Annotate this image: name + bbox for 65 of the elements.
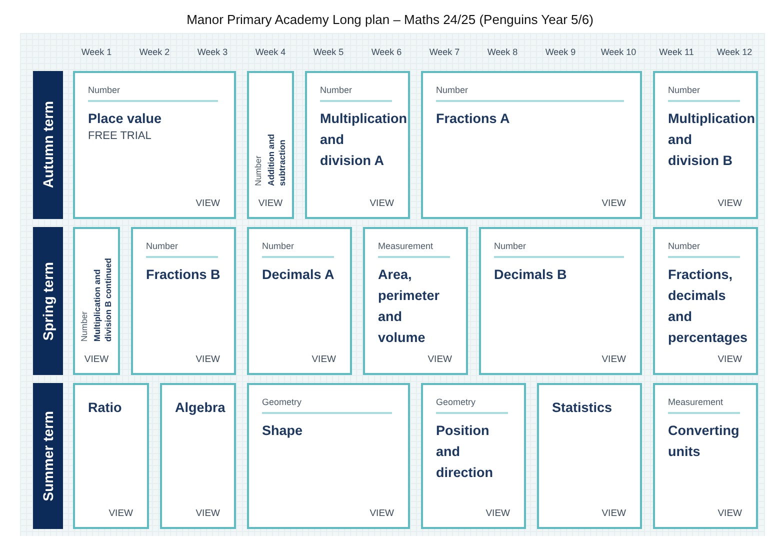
unit-category: Measurement [378,241,450,258]
unit-title: Fractions A [436,110,511,128]
week-label: Week 12 [716,47,754,57]
term-label: Summer term [33,383,63,529]
unit-note: FREE TRIAL [88,130,152,142]
view-link[interactable]: VIEW [718,198,742,209]
week-label: Week 7 [428,47,461,57]
unit-title: Statistics [552,399,614,417]
unit-category: Number [668,241,740,258]
unit-title: Area, perimeter and volume [378,266,441,347]
unit-title: Algebra [175,399,226,417]
view-link[interactable]: VIEW [196,354,220,365]
view-link[interactable]: VIEW [370,198,394,209]
view-link[interactable]: VIEW [196,508,220,519]
unit-title: Addition and subtraction [266,134,288,186]
unit-category: Number [262,241,334,258]
unit-category: Number [253,154,263,186]
unit-category: Number [88,85,218,102]
unit-title: Shape [262,422,304,440]
unit-title: Converting units [668,422,740,461]
view-link[interactable]: VIEW [196,198,220,209]
view-link[interactable]: VIEW [718,354,742,365]
week-label: Week 4 [254,47,287,57]
view-link[interactable]: VIEW [108,508,133,519]
unit-title: Position and direction [436,422,494,482]
week-label: Week 1 [80,47,113,57]
unit-category: Geometry [436,397,508,414]
unit-category: Number [436,85,624,102]
view-link[interactable]: VIEW [370,508,394,519]
unit-title: Decimals A [262,266,336,284]
unit-title: Fractions, decimals and percentages [668,266,749,347]
week-label: Week 11 [658,47,695,57]
unit-title: Multiplication and division A [320,110,404,170]
unit-title: Place value [88,110,163,128]
unit-title: Multiplication and division B [668,110,752,170]
week-label: Week 8 [486,47,519,57]
unit-category: Geometry [262,397,392,414]
unit-category: Number [320,85,392,102]
week-label: Week 6 [370,47,403,57]
week-label: Week 10 [600,47,638,57]
unit-title: Decimals B [494,266,568,284]
view-link[interactable]: VIEW [84,354,109,365]
view-link[interactable]: VIEW [312,354,336,365]
view-link[interactable]: VIEW [718,508,742,519]
week-label: Week 2 [138,47,171,57]
unit-title: Fractions B [146,266,222,284]
week-label: Week 5 [312,47,345,57]
term-label: Spring term [33,227,63,375]
unit-title: Multiplication and division B continued [92,258,114,342]
unit-title: Ratio [88,399,123,417]
week-label: Week 3 [196,47,229,57]
term-label: Autumn term [33,71,63,219]
view-link[interactable]: VIEW [486,508,510,519]
unit-category: Number [668,85,740,102]
page-title: Manor Primary Academy Long plan – Maths 24/25 (Penguins Year 5/6) [186,11,594,29]
unit-category: Number [146,241,218,258]
view-link[interactable]: VIEW [428,354,452,365]
view-link[interactable]: VIEW [602,354,626,365]
view-link[interactable]: VIEW [602,508,626,519]
unit-category: Measurement [668,397,740,414]
view-link[interactable]: VIEW [258,198,283,209]
unit-category: Number [79,310,89,342]
week-label: Week 9 [544,47,577,57]
unit-category: Number [494,241,624,258]
view-link[interactable]: VIEW [602,198,626,209]
